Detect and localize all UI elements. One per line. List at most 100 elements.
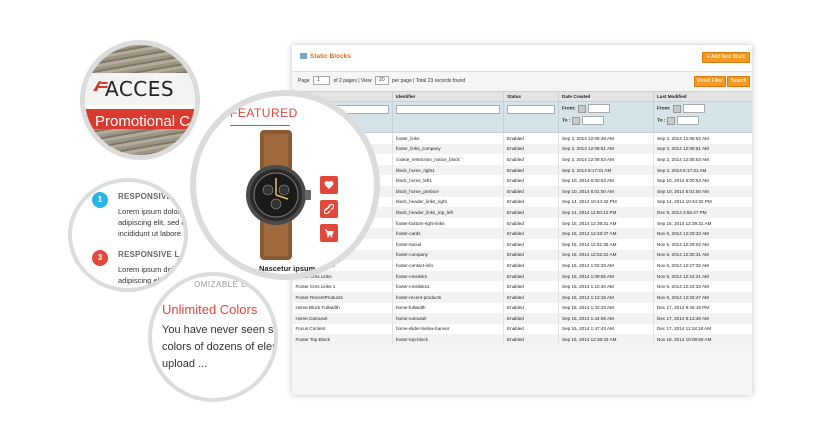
- table-cell: Sep 2, 2014 12:08:51 AM: [558, 143, 654, 155]
- table-row[interactable]: Footer Top Block footer-top-block Enabled S…: [292, 334, 752, 345]
- table-cell: Sep 14, 2014 11:50:12 PM: [558, 207, 654, 218]
- reset-filter-button[interactable]: Reset Filter: [694, 76, 726, 87]
- number-badge: 3: [92, 250, 108, 266]
- column-identifier[interactable]: Identifier: [392, 91, 504, 102]
- table-cell: Sep 15, 2014 12:52:22 AM: [558, 249, 654, 261]
- table-cell: footer_links_company: [392, 143, 504, 155]
- table-cell: Dec 17, 2014 5:13:48 AM: [653, 313, 752, 324]
- table-cell: footer-bottom-right-links: [392, 217, 504, 229]
- table-cell: Enabled: [503, 323, 559, 335]
- table-row[interactable]: Home Block Fullwidth home-fullwidth Enable…: [292, 302, 752, 314]
- table-cell: Dec 9, 2014 3:55:47 PM: [653, 207, 752, 218]
- table-row[interactable]: Footer Companyfooter-companyEnabledSep 1…: [292, 249, 752, 261]
- table-cell: Nov 6, 2014 12:24:21 AM: [653, 270, 752, 282]
- calendar-icon[interactable]: [672, 104, 681, 113]
- table-cell: Sep 2, 2014 12:08:53 AM: [653, 154, 752, 165]
- table-cell: Sep 2, 2014 12:08:53 AM: [558, 154, 654, 165]
- wishlist-button[interactable]: [320, 176, 338, 194]
- add-new-block-button[interactable]: + Add New Block: [702, 52, 750, 63]
- table-cell: Home Block Fullwidth: [292, 302, 393, 314]
- table-cell: Sep 2, 2014 12:08:52 AM: [653, 132, 752, 144]
- section-subtitle: OMIZABLE DE: [194, 280, 254, 289]
- table-cell: footer-social: [392, 238, 504, 250]
- column-status[interactable]: Status: [503, 91, 559, 102]
- table-cell: Sep 15, 2014 12:48:37 AM: [558, 228, 654, 239]
- feature-title: RESPONSIVE LAYO: [118, 250, 185, 259]
- calendar-icon[interactable]: [577, 104, 586, 113]
- table-cell: Sep 16, 2014 12:36:43 AM: [558, 334, 654, 345]
- table-cell: Enabled: [503, 238, 559, 250]
- per-page-select[interactable]: 20: [375, 76, 389, 85]
- table-cell: Sep 15, 2014 1:47:43 AM: [558, 323, 654, 335]
- table-row[interactable]: Footer Cms Links footer-cmslinks Enabled Se…: [292, 270, 752, 282]
- table-cell: home-slider-below-banner: [392, 323, 504, 335]
- table-cell: Sep 14, 2014 10:44:32 PM: [653, 196, 752, 208]
- features-circle: 1 RESPONSIVE LA Lorem ipsum dolor s adipi…: [68, 178, 188, 292]
- table-cell: block_home_left1: [392, 175, 504, 186]
- identifier-filter-input[interactable]: [396, 105, 500, 114]
- table-row[interactable]: Focus Content home-slider-below-banner Ena…: [292, 323, 752, 335]
- table-cell: Enabled: [503, 260, 559, 271]
- status-filter-select[interactable]: [507, 105, 555, 114]
- table-cell: footer-top-block: [392, 334, 504, 345]
- table-cell: Enabled: [503, 302, 559, 314]
- number-badge: 1: [92, 192, 108, 208]
- created-from-input[interactable]: [587, 104, 610, 113]
- featured-product-circle: FEATURED Nascetur ipsum: [190, 90, 380, 280]
- column-last-modified[interactable]: Last Modified: [653, 91, 752, 102]
- table-cell: Nov 6, 2014 12:24:33 AM: [653, 281, 752, 292]
- table-cell: Sep 15, 2014 12:51:35 AM: [558, 238, 654, 250]
- table-cell: home-carousel: [392, 313, 504, 324]
- logo-promo-circle: ACCES Promotional C: [80, 40, 200, 160]
- table-cell: Enabled: [503, 185, 559, 197]
- created-to-input[interactable]: [582, 116, 605, 125]
- table-cell: Nov 6, 2014 12:29:02 AM: [653, 238, 752, 250]
- table-row[interactable]: Home Carousel home-carousel Enabled Sep 15,…: [292, 313, 752, 324]
- compare-button[interactable]: [320, 200, 338, 218]
- add-to-cart-button[interactable]: [320, 224, 338, 242]
- table-row[interactable]: Footer Contact Infofooter-contact-infoEn…: [292, 260, 752, 271]
- table-cell: Sep 14, 2014 10:44:32 PM: [558, 196, 654, 208]
- table-cell: Sep 15, 2014 1:44:59 AM: [558, 313, 654, 324]
- pager: Page 1 of 2 pages | View 20 per page | T…: [298, 76, 466, 85]
- table-cell: Sep 15, 2014 1:42:23 AM: [558, 302, 654, 314]
- modified-to-input[interactable]: [677, 116, 700, 125]
- table-cell: Footer Cms Links 1: [292, 281, 393, 292]
- table-cell: Sep 15, 2014 12:39:31 AM: [653, 217, 752, 229]
- table-cell: Sep 2, 2014 8:17:31 AM: [558, 164, 654, 176]
- table-cell: Sep 15, 2014 1:10:40 AM: [558, 281, 654, 292]
- table-cell: block_home_right1: [392, 164, 504, 176]
- table-cell: Focus Content: [292, 323, 393, 335]
- modified-from-input[interactable]: [682, 104, 705, 113]
- table-cell: Footer Top Block: [292, 334, 393, 345]
- brand-logo-text: ACCES: [105, 77, 175, 101]
- table-cell: Dec 17, 2014 11:18:18 AM: [653, 323, 752, 335]
- table-cell: home-fullwidth: [392, 302, 504, 314]
- table-cell: Sep 2, 2014 8:17:31 AM: [653, 164, 752, 176]
- column-date-created[interactable]: Date Created: [558, 91, 654, 102]
- table-cell: block_home_preface: [392, 185, 504, 197]
- table-cell: Enabled: [503, 291, 559, 303]
- calendar-icon[interactable]: [572, 116, 581, 125]
- table-cell: Enabled: [503, 207, 559, 218]
- heart-icon: [324, 181, 334, 189]
- search-button[interactable]: Search: [727, 76, 750, 87]
- table-row[interactable]: Footer RecentProducts footer-recent-produ…: [292, 291, 752, 303]
- section-title: Unlimited Colors: [162, 302, 258, 317]
- table-row[interactable]: Footer Cms Links 1 footer-cmslinks1 Enable…: [292, 281, 752, 292]
- table-cell: footer_links: [392, 132, 504, 144]
- table-cell: Sep 15, 2014 1:12:19 AM: [558, 291, 654, 303]
- feature-title: RESPONSIVE LA: [118, 192, 186, 201]
- table-cell: Enabled: [503, 143, 559, 155]
- table-cell: footer-cmslinks1: [392, 281, 504, 292]
- section-text: You have never seen so mcolors of dozens…: [162, 324, 278, 370]
- table-cell: Enabled: [503, 281, 559, 292]
- table-cell: Sep 15, 2014 1:09:55 AM: [558, 270, 654, 282]
- table-cell: Enabled: [503, 175, 559, 186]
- page-input[interactable]: 1: [313, 76, 331, 85]
- watch-product-image[interactable]: [230, 130, 322, 260]
- table-cell: Footer RecentProducts: [292, 291, 393, 303]
- product-name[interactable]: Nascetur ipsum: [259, 264, 315, 273]
- table-cell: Enabled: [503, 270, 559, 282]
- calendar-icon[interactable]: [667, 116, 676, 125]
